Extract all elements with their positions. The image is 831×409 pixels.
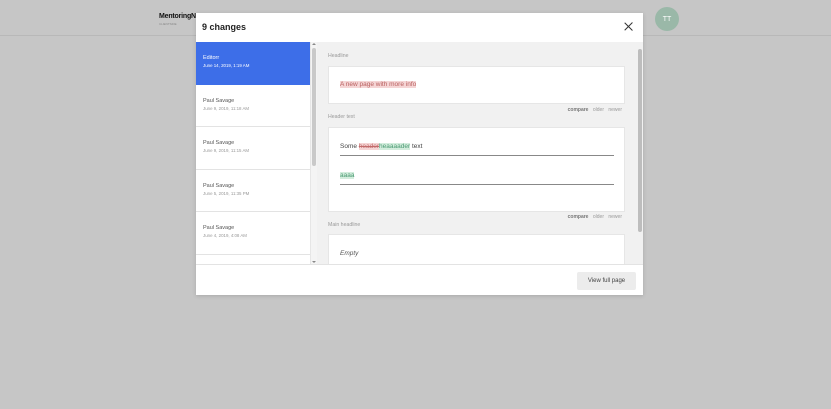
section-box-headline: A new page with more info: [328, 66, 625, 104]
revision-date: June 9, 2019, 11:18 AM: [203, 105, 250, 111]
content-scrollbar[interactable]: [637, 42, 643, 264]
scroll-up-icon[interactable]: [312, 43, 316, 45]
app-brand-subtitle: CLIENTSIDE: [159, 22, 177, 26]
revision-item[interactable]: Paul Savage June 4, 2019, 4:08 AM: [196, 212, 310, 255]
inserted-text: aaaa: [340, 172, 355, 179]
revision-author: Paul Savage: [203, 182, 235, 189]
close-icon[interactable]: [622, 20, 636, 34]
plain-text: Some: [340, 143, 359, 150]
plain-text: text: [410, 143, 423, 150]
section-links-header-text: compare older newer: [565, 214, 622, 220]
app-brand: MentoringN: [159, 13, 196, 20]
section-box-header-text: Some headerheaaaader text aaaa: [328, 127, 625, 212]
modal-footer: View full page: [196, 264, 643, 295]
scrollbar-thumb[interactable]: [638, 49, 642, 232]
revision-author: Paul Savage: [203, 140, 235, 146]
compare-link[interactable]: compare: [568, 214, 589, 220]
revision-author: Paul Savage: [203, 97, 235, 104]
section-links-headline: compare older newer: [565, 107, 622, 113]
modal-header: 9 changes: [196, 13, 643, 42]
revision-item[interactable]: Paul Savage June 9, 2019, 11:18 AM: [196, 85, 310, 127]
field-underline: [340, 184, 614, 185]
view-full-page-button[interactable]: View full page: [577, 272, 636, 290]
empty-text: Empty: [340, 250, 359, 257]
section-label-main-headline: Main headline: [328, 222, 361, 228]
newer-link[interactable]: newer: [608, 107, 622, 113]
section-label-header-text: Header text: [328, 114, 355, 120]
older-link[interactable]: older: [593, 107, 604, 113]
headline-diff-text: A new page with more info: [340, 81, 417, 88]
revision-date: June 4, 2019, 4:08 AM: [203, 233, 247, 238]
older-link[interactable]: older: [593, 214, 604, 220]
revision-item[interactable]: Editorr June 14, 2019, 1:19 AM: [196, 42, 310, 85]
compare-link[interactable]: compare: [568, 107, 589, 113]
revision-list: Editorr June 14, 2019, 1:19 AM Paul Sava…: [196, 42, 310, 264]
newer-link[interactable]: newer: [608, 214, 622, 220]
header-text-line1: Some headerheaaaader text: [340, 143, 422, 150]
revision-list-scrollbar[interactable]: [310, 42, 317, 264]
revision-author: Paul Savage: [203, 225, 235, 231]
scrollbar-thumb[interactable]: [312, 48, 316, 166]
revision-item[interactable]: Paul Savage June 5, 2019, 11:35 PM: [196, 170, 310, 212]
field-underline: [340, 155, 614, 156]
revision-item[interactable]: Paul Savage June 9, 2019, 11:15 AM: [196, 127, 310, 170]
headline-changed-text: A new page with more info: [340, 81, 417, 88]
deleted-text: header: [358, 143, 380, 150]
scroll-down-icon[interactable]: [312, 261, 316, 263]
header-text-line2: aaaa: [340, 172, 355, 179]
revision-date: June 9, 2019, 11:15 AM: [203, 148, 250, 153]
revision-author: Editorr: [203, 55, 220, 61]
section-label-headline: Headline: [328, 53, 349, 59]
diff-content: Headline A new page with more info compa…: [317, 42, 637, 264]
section-box-main-headline: Empty: [328, 234, 625, 264]
revision-date: June 5, 2019, 11:35 PM: [203, 190, 250, 196]
changes-modal: 9 changes Editorr June 14, 2019, 1:19 AM…: [196, 13, 643, 295]
revision-date: June 14, 2019, 1:19 AM: [203, 63, 250, 68]
avatar[interactable]: TT: [655, 7, 679, 31]
modal-title: 9 changes: [202, 22, 247, 32]
inserted-text: heaaaader: [379, 143, 411, 150]
